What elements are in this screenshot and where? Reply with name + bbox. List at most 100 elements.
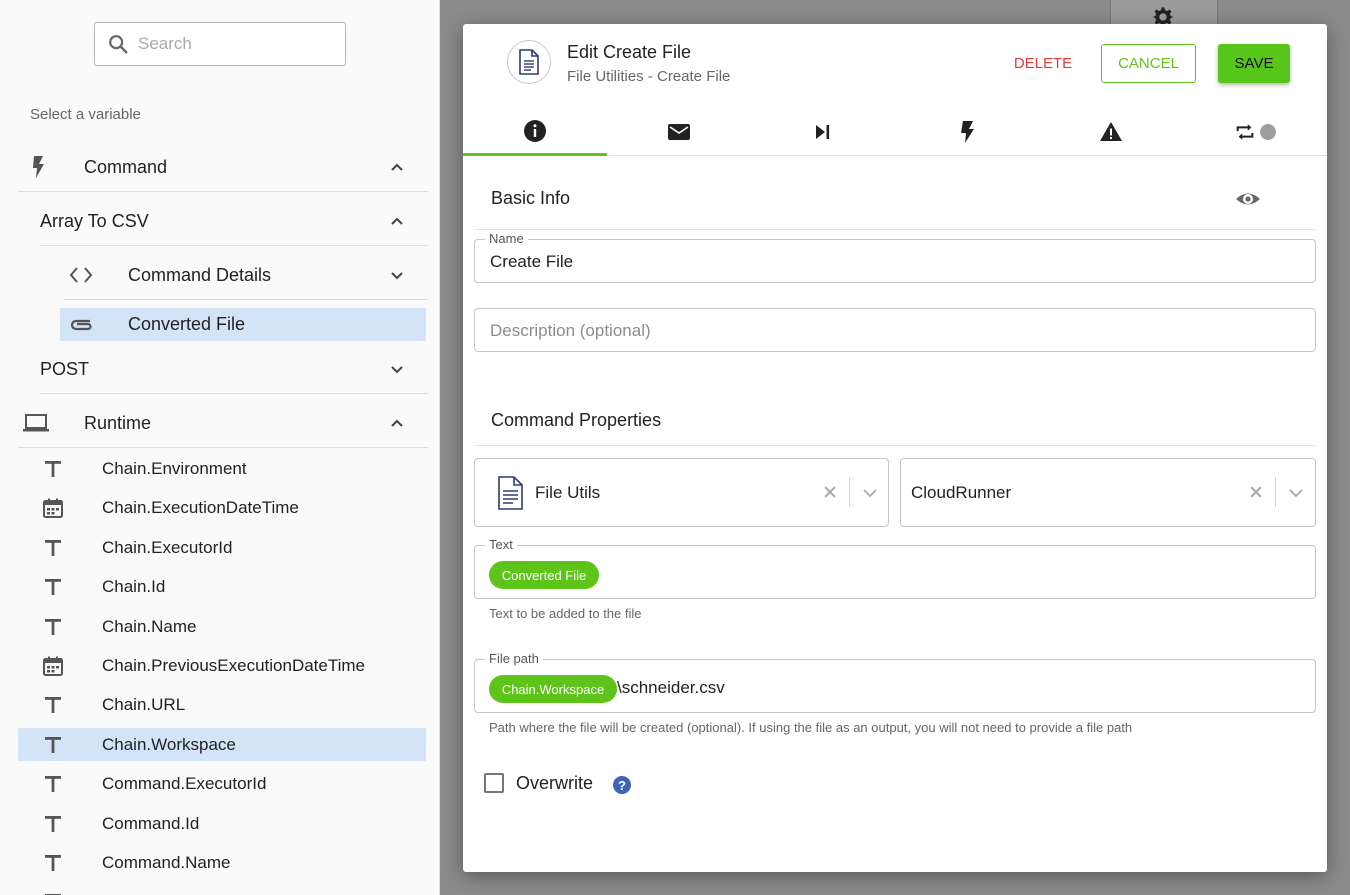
- chevron-down-icon[interactable]: [390, 362, 404, 376]
- section-array-to-csv[interactable]: Array To CSV: [40, 196, 428, 246]
- select-variable-label: Select a variable: [30, 106, 141, 123]
- variable-item[interactable]: Chain.URL: [18, 688, 426, 721]
- text-icon: [42, 813, 64, 835]
- divider: [474, 445, 1316, 446]
- section-command[interactable]: Command: [18, 142, 428, 192]
- text-icon: [42, 458, 64, 480]
- calendar-icon: [42, 497, 64, 519]
- text-icon: [42, 537, 64, 559]
- file-path-field[interactable]: File path Chain.Workspace \schneider.csv: [474, 651, 1316, 713]
- eye-icon[interactable]: [1235, 186, 1261, 212]
- section-command-details[interactable]: Command Details: [64, 250, 428, 300]
- description-placeholder[interactable]: Description (optional): [490, 321, 651, 341]
- chevron-up-icon[interactable]: [390, 416, 404, 430]
- text-icon: [42, 891, 64, 895]
- overwrite-checkbox[interactable]: [484, 773, 504, 793]
- calendar-icon: [42, 655, 64, 677]
- tab-errors[interactable]: [1039, 108, 1183, 156]
- variable-item[interactable]: Command.URL: [18, 885, 426, 895]
- bolt-icon: [28, 155, 48, 179]
- attachment-icon: [68, 313, 94, 335]
- variable-item[interactable]: Chain.ExecutorId: [18, 531, 426, 564]
- file-path-value[interactable]: \schneider.csv: [617, 678, 725, 698]
- variable-item-label: Chain.ExecutorId: [102, 537, 233, 557]
- chevron-down-icon[interactable]: [862, 485, 878, 501]
- text-field[interactable]: Text Converted File: [474, 537, 1316, 599]
- variable-item-label: Command.Name: [102, 853, 231, 872]
- variable-chip[interactable]: Chain.Workspace: [489, 675, 617, 703]
- text-icon: [42, 576, 64, 598]
- variable-item-label: Chain.Workspace: [102, 734, 236, 754]
- variable-item-label: Chain.Id: [102, 577, 166, 597]
- command-properties-title: Command Properties: [491, 410, 662, 430]
- name-field[interactable]: Name Create File: [474, 231, 1316, 283]
- select-separator: [1275, 477, 1276, 507]
- text-icon: [42, 694, 64, 716]
- variable-item[interactable]: Chain.PreviousExecutionDateTime: [18, 649, 426, 682]
- cancel-button[interactable]: CANCEL: [1101, 44, 1196, 83]
- variable-item[interactable]: Chain.Environment: [18, 452, 426, 485]
- section-command-details-label: Command Details: [128, 265, 272, 285]
- tab-info[interactable]: [463, 108, 607, 156]
- variable-item[interactable]: Chain.Workspace: [18, 727, 426, 761]
- variable-chip[interactable]: Converted File: [489, 561, 599, 589]
- variable-panel: Select a variable Command Array To CSV C…: [0, 0, 440, 895]
- section-runtime-label: Runtime: [84, 413, 152, 433]
- chevron-up-icon[interactable]: [390, 160, 404, 174]
- tab-next[interactable]: [751, 108, 895, 156]
- text-icon: [42, 773, 64, 795]
- code-icon: [68, 265, 94, 285]
- text-helper: Text to be added to the file: [489, 606, 642, 621]
- tab-triggers[interactable]: [895, 108, 1039, 156]
- section-command-label: Command: [84, 157, 168, 177]
- basic-info-title: Basic Info: [491, 188, 571, 208]
- repeat-icon: [1236, 124, 1254, 140]
- repeat-toggle[interactable]: [1260, 124, 1276, 140]
- variable-item[interactable]: Command.Name: [18, 846, 426, 879]
- variable-item-label: Chain.Name: [102, 616, 197, 636]
- document-icon: [497, 476, 523, 510]
- delete-button[interactable]: DELETE: [1005, 44, 1081, 83]
- variable-item[interactable]: Chain.Name: [18, 610, 426, 643]
- variable-item-label: Command.Id: [102, 813, 200, 833]
- clear-icon[interactable]: [1248, 484, 1264, 500]
- chevron-down-icon[interactable]: [390, 268, 404, 282]
- description-field[interactable]: Description (optional): [474, 308, 1316, 352]
- overwrite-label: Overwrite: [516, 773, 594, 793]
- name-value[interactable]: Create File: [490, 252, 573, 272]
- help-icon[interactable]: ?: [613, 776, 631, 794]
- tab-repeat[interactable]: [1183, 108, 1327, 156]
- warning-icon: [1100, 122, 1122, 141]
- search-icon: [109, 35, 128, 54]
- divider: [474, 229, 1316, 230]
- section-array-to-csv-label: Array To CSV: [40, 211, 149, 231]
- dialog-subtitle: File Utilities - Create File: [567, 68, 731, 85]
- search-box[interactable]: [94, 22, 346, 66]
- variable-item-label: Chain.URL: [102, 695, 186, 715]
- runner-select[interactable]: CloudRunner: [900, 458, 1316, 527]
- document-avatar: [507, 40, 551, 84]
- text-icon: [42, 852, 64, 874]
- section-post[interactable]: POST: [40, 344, 428, 394]
- variable-converted-file[interactable]: Converted File: [60, 308, 426, 341]
- document-icon: [519, 49, 539, 75]
- tab-notifications[interactable]: [607, 108, 751, 156]
- clear-icon[interactable]: [822, 484, 838, 500]
- variable-item[interactable]: Command.Id: [18, 807, 426, 840]
- laptop-icon: [22, 412, 50, 434]
- converted-file-label: Converted File: [128, 314, 246, 334]
- tool-select[interactable]: File Utils: [474, 458, 889, 527]
- variable-item[interactable]: Chain.Id: [18, 570, 426, 603]
- variable-item[interactable]: Chain.ExecutionDateTime: [18, 491, 426, 524]
- search-input[interactable]: [138, 34, 328, 54]
- save-button[interactable]: SAVE: [1218, 44, 1290, 83]
- runner-select-value: CloudRunner: [911, 483, 1012, 502]
- variable-item[interactable]: Command.ExecutorId: [18, 767, 426, 800]
- chevron-down-icon[interactable]: [1288, 485, 1304, 501]
- skip-next-icon: [816, 125, 830, 139]
- variable-item-label: Chain.PreviousExecutionDateTime: [102, 656, 365, 675]
- name-label: Name: [485, 231, 528, 246]
- section-runtime[interactable]: Runtime: [18, 398, 428, 448]
- chevron-up-icon[interactable]: [390, 214, 404, 228]
- info-icon: [524, 119, 546, 142]
